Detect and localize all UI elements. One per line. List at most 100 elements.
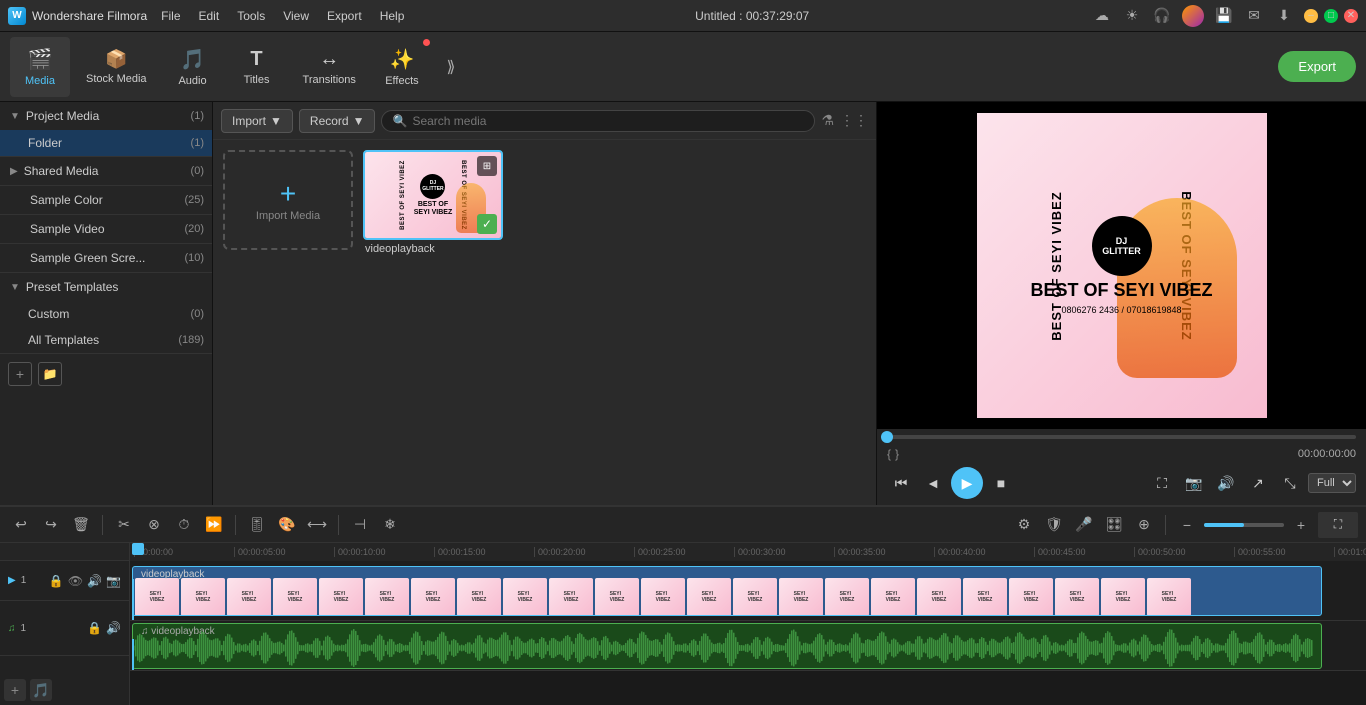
skip-back-button[interactable]: ⏮ (887, 469, 915, 497)
poster-title: BEST OF SEYI VIBEZ (1030, 281, 1212, 301)
clip-thumb-12: SEYIVIBEZ (641, 578, 685, 616)
sidebar-folder[interactable]: Folder (1) (0, 130, 212, 156)
mixer-button[interactable]: 🎛 (1101, 512, 1127, 538)
volume-button[interactable]: 🔊 (1212, 469, 1240, 497)
audio-clip[interactable]: ♫ videoplayback (132, 623, 1322, 669)
play-button[interactable]: ▶ (951, 467, 983, 499)
clip-thumb-6: SEYIVIBEZ (365, 578, 409, 616)
audio-edit-button[interactable]: 🎚 (244, 512, 270, 538)
minimize-button[interactable]: – (1304, 9, 1318, 23)
stop-button[interactable]: ■ (987, 469, 1015, 497)
media-label: Media (25, 75, 55, 87)
camera-icon[interactable]: 📷 (106, 574, 121, 588)
add-video-track-button[interactable]: + (4, 679, 26, 701)
import-media-placeholder[interactable]: + Import Media (223, 150, 353, 250)
fullscreen-preview-button[interactable]: ⛶ (1148, 469, 1176, 497)
media-icon: 🎬 (28, 47, 53, 72)
more-button[interactable]: ⟫ (436, 52, 466, 82)
duration-button[interactable]: ⏱ (171, 512, 197, 538)
transition-button[interactable]: ⟷ (304, 512, 330, 538)
sidebar-bottom: + 📁 (0, 354, 212, 394)
zoom-out-button[interactable]: − (1174, 512, 1200, 538)
fullscreen-tl-button[interactable]: ⛶ (1318, 512, 1358, 538)
mic-button[interactable]: 🎤 (1071, 512, 1097, 538)
menu-export[interactable]: Export (319, 7, 370, 25)
toolbar-titles[interactable]: T Titles (227, 37, 287, 97)
add-video-button[interactable]: ⊕ (1131, 512, 1157, 538)
filter-icon[interactable]: ⚗ (821, 112, 834, 129)
step-back-button[interactable]: ◄ (919, 469, 947, 497)
download-icon[interactable]: ⬇ (1274, 6, 1294, 26)
message-icon[interactable]: ✉ (1244, 6, 1264, 26)
folder-icon[interactable]: 📁 (38, 362, 62, 386)
menu-view[interactable]: View (275, 7, 317, 25)
maximize-button[interactable]: □ (1324, 9, 1338, 23)
toolbar-media[interactable]: 🎬 Media (10, 37, 70, 97)
export-button[interactable]: Export (1278, 51, 1356, 82)
cut-button[interactable]: ✂ (111, 512, 137, 538)
progress-bar[interactable] (887, 435, 1356, 439)
effects-icon: ✨ (389, 47, 414, 72)
sidebar-sample-video[interactable]: Sample Video (20) (0, 215, 212, 243)
menu-file[interactable]: File (153, 7, 188, 25)
audio-mute-icon[interactable]: 🔊 (106, 621, 121, 635)
media-item-videoplayback[interactable]: BEST OF SEYI VIBEZ BEST OF SEYI VIBEZ DJ… (363, 150, 503, 258)
sidebar-preset-templates[interactable]: ▼ Preset Templates (0, 273, 212, 301)
freeze-button[interactable]: ❄ (377, 512, 403, 538)
clip-thumb-22: SEYIVIBEZ (1101, 578, 1145, 616)
video-clip[interactable]: videoplayback SEYIVIBEZ SEYIVIBEZ SEYIVI… (132, 566, 1322, 616)
menu-tools[interactable]: Tools (229, 7, 273, 25)
speed-button[interactable]: ⏩ (201, 512, 227, 538)
headphone-icon[interactable]: 🎧 (1152, 6, 1172, 26)
menu-help[interactable]: Help (372, 7, 413, 25)
add-track-buttons: + 🎵 (0, 675, 56, 705)
sidebar-shared-media[interactable]: ▶ Shared Media (0) (0, 157, 212, 185)
ruler-5: 00:00:25:00 (634, 547, 734, 557)
lock-icon[interactable]: 🔒 (49, 574, 64, 588)
eye-icon[interactable]: 👁 (68, 574, 83, 588)
sample-color-count: (25) (184, 194, 204, 206)
sidebar-project-media[interactable]: ▼ Project Media (1) (0, 102, 212, 130)
settings-tl-button[interactable]: ⚙ (1011, 512, 1037, 538)
cloud-icon[interactable]: ☁ (1092, 6, 1112, 26)
zoom-slider[interactable] (1204, 523, 1284, 527)
record-button[interactable]: Record ▼ (299, 109, 376, 133)
import-button[interactable]: Import ▼ (221, 109, 293, 133)
time-code: 00:00:00:00 (1298, 448, 1356, 460)
color-button[interactable]: 🎨 (274, 512, 300, 538)
sidebar-sample-green[interactable]: Sample Green Scre... (10) (0, 244, 212, 272)
toolbar-audio[interactable]: 🎵 Audio (163, 37, 223, 97)
volume-track-icon[interactable]: 🔊 (87, 574, 102, 588)
quality-select[interactable]: Full (1308, 473, 1356, 493)
toolbar-transitions[interactable]: ↔ Transitions (291, 37, 368, 97)
section-preset-templates: ▼ Preset Templates Custom (0) All Templa… (0, 273, 212, 354)
add-folder-button[interactable]: + (8, 362, 32, 386)
split-button[interactable]: ⊣ (347, 512, 373, 538)
grid-icon[interactable]: ⋮⋮ (840, 112, 868, 129)
avatar-icon[interactable] (1182, 5, 1204, 27)
fullscreen-button[interactable]: ⤡ (1276, 469, 1304, 497)
video-track-header: ▶ 1 🔒 👁 🔊 📷 (0, 561, 129, 601)
export-frame-button[interactable]: ↗ (1244, 469, 1272, 497)
transitions-label: Transitions (303, 74, 356, 86)
custom-label: Custom (28, 307, 69, 321)
menu-edit[interactable]: Edit (191, 7, 228, 25)
sun-icon[interactable]: ☀ (1122, 6, 1142, 26)
undo-button[interactable]: ↩ (8, 512, 34, 538)
sidebar-all-templates[interactable]: All Templates (189) (0, 327, 212, 353)
sidebar-custom[interactable]: Custom (0) (0, 301, 212, 327)
delete-button[interactable]: 🗑 (68, 512, 94, 538)
toolbar-effects[interactable]: ✨ Effects (372, 37, 432, 97)
close-button[interactable]: ✕ (1344, 9, 1358, 23)
toolbar-stock-media[interactable]: 📦 Stock Media (74, 37, 159, 97)
sidebar-sample-color[interactable]: Sample Color (25) (0, 186, 212, 214)
crop-button[interactable]: ⊗ (141, 512, 167, 538)
shield-button[interactable]: 🛡 (1041, 512, 1067, 538)
add-audio-track-button[interactable]: 🎵 (30, 679, 52, 701)
save-icon[interactable]: 💾 (1214, 6, 1234, 26)
search-input[interactable] (412, 114, 804, 128)
audio-lock-icon[interactable]: 🔒 (87, 621, 102, 635)
zoom-in-button[interactable]: + (1288, 512, 1314, 538)
redo-button[interactable]: ↪ (38, 512, 64, 538)
snapshot-button[interactable]: 📷 (1180, 469, 1208, 497)
